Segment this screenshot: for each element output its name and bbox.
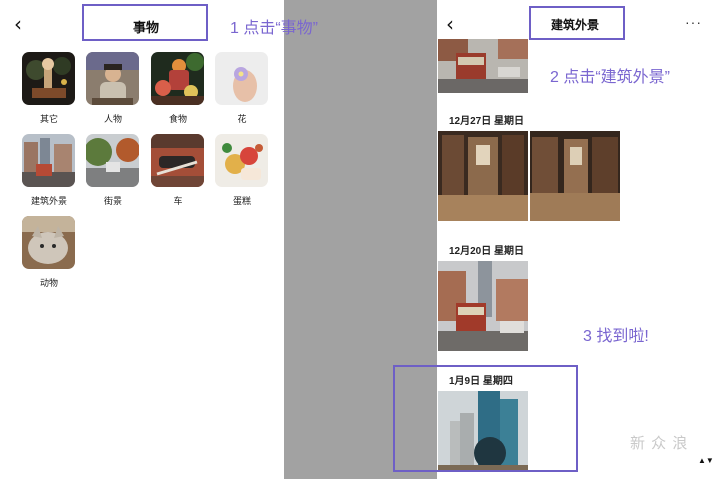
bookstore-photo-icon <box>438 131 528 221</box>
category-street-thumbnail[interactable] <box>86 134 139 187</box>
category-cake-thumbnail[interactable] <box>215 134 268 187</box>
found-photo-highlight-box <box>393 365 578 472</box>
category-label: 人物 <box>103 114 122 124</box>
date-heading: 12月20日 星期日 <box>449 246 525 257</box>
food-thumb-icon <box>151 52 204 105</box>
category-label: 建筑外景 <box>30 196 67 206</box>
step-3-callout: 3 找到啦! <box>583 328 649 345</box>
category-building-thumbnail[interactable] <box>22 134 75 187</box>
car-thumb-icon <box>151 134 204 187</box>
title-highlight-box <box>82 4 208 41</box>
photo-thumbnail[interactable] <box>530 131 620 221</box>
date-heading: 12月27日 星期日 <box>449 116 525 127</box>
back-arrow-icon[interactable]: ‹ <box>14 14 22 34</box>
category-label: 蛋糕 <box>232 196 251 206</box>
person-thumb-icon <box>86 52 139 105</box>
street-thumb-icon <box>86 134 139 187</box>
photo-thumbnail[interactable] <box>438 131 528 221</box>
category-label: 其它 <box>39 114 58 124</box>
scroll-indicator-icon[interactable]: ▲▼ <box>698 456 714 465</box>
more-options-icon[interactable]: ··· <box>685 14 702 30</box>
category-label: 街景 <box>103 196 122 206</box>
back-arrow-icon[interactable]: ‹ <box>446 14 454 34</box>
step-1-callout: 1 点击“事物” <box>230 20 319 37</box>
category-label: 花 <box>237 114 247 124</box>
street-tram-photo-icon <box>438 261 528 351</box>
things-album-screen: ‹ 事物 其它 人物 食物 花 建筑外景 街景 车 蛋糕 动物 <box>0 0 284 479</box>
category-label: 食物 <box>168 114 187 124</box>
category-label: 动物 <box>39 278 58 288</box>
street-tram-photo-icon <box>438 39 528 93</box>
cake-thumb-icon <box>215 134 268 187</box>
category-other-thumbnail[interactable] <box>22 52 75 105</box>
title-highlight-box <box>529 6 625 40</box>
category-animal-thumbnail[interactable] <box>22 216 75 269</box>
other-thumb-icon <box>22 52 75 105</box>
category-food-thumbnail[interactable] <box>151 52 204 105</box>
screenshot-stage: ‹ 事物 其它 人物 食物 花 建筑外景 街景 车 蛋糕 动物 1 点击“事物”… <box>0 0 720 479</box>
animal-thumb-icon <box>22 216 75 269</box>
step-2-callout: 2 点击“建筑外景” <box>550 69 671 86</box>
category-flower-thumbnail[interactable] <box>215 52 268 105</box>
flower-thumb-icon <box>215 52 268 105</box>
watermark-text: 新 众 浪 <box>630 435 689 452</box>
bookstore-photo-icon <box>530 131 620 221</box>
category-person-thumbnail[interactable] <box>86 52 139 105</box>
photo-thumbnail[interactable] <box>438 39 528 93</box>
category-label: 车 <box>173 196 183 206</box>
photo-thumbnail[interactable] <box>438 261 528 351</box>
category-car-thumbnail[interactable] <box>151 134 204 187</box>
building-thumb-icon <box>22 134 75 187</box>
